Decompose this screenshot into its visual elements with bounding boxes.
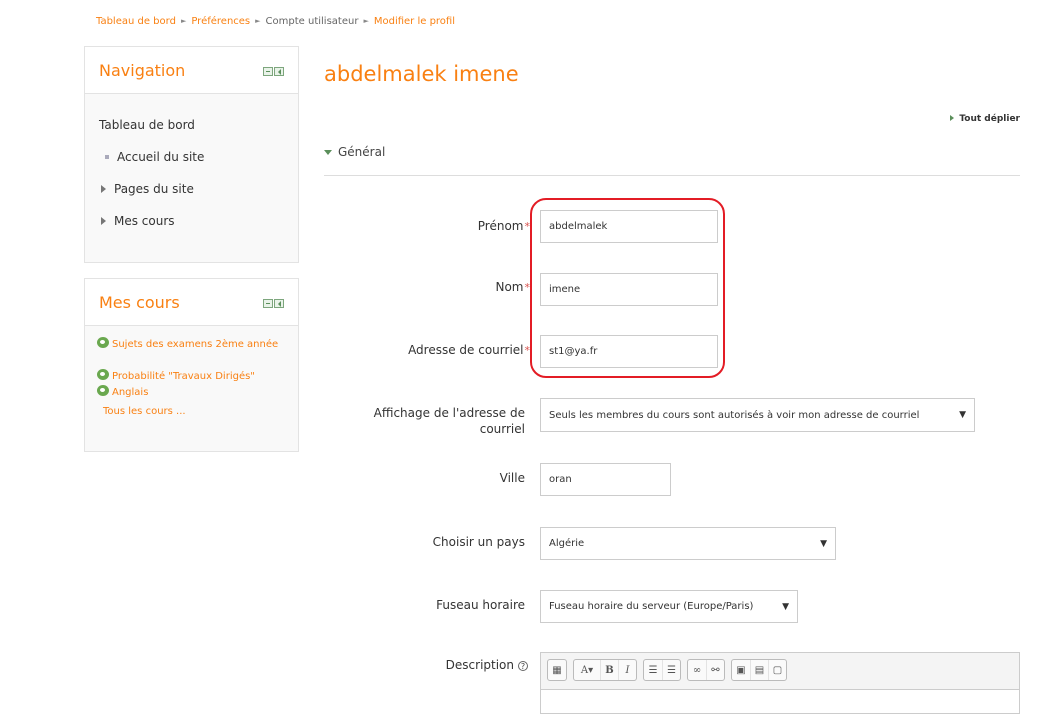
country-value: Algérie xyxy=(549,538,585,549)
timezone-select[interactable]: Fuseau horaire du serveur (Europe/Paris)… xyxy=(540,590,798,623)
navigation-block-title: Navigation xyxy=(99,61,186,80)
editor-toolbar: ▦ A▾ B I ☰ ☰ ∞ ⚯ ▣ ▤ ▢ xyxy=(547,659,787,681)
description-editor: ▦ A▾ B I ☰ ☰ ∞ ⚯ ▣ ▤ ▢ xyxy=(540,652,1020,714)
course-icon xyxy=(97,337,109,348)
nav-item-site-pages[interactable]: Pages du site xyxy=(101,182,194,196)
maildisplay-label: Affichage de l'adresse de courriel xyxy=(373,406,525,436)
maildisplay-value: Seuls les membres du cours sont autorisé… xyxy=(549,409,920,421)
firstname-label: Prénom* xyxy=(477,219,530,233)
ordered-list-icon[interactable]: ☰ xyxy=(662,660,680,680)
expand-all-link[interactable]: Tout déplier xyxy=(950,114,1020,124)
nav-item-my-courses[interactable]: Mes cours xyxy=(101,214,175,228)
nav-item-label: Pages du site xyxy=(114,182,194,196)
expand-arrow-icon xyxy=(101,185,106,193)
course-link[interactable]: Sujets des examens 2ème année xyxy=(97,336,287,352)
course-link-label: Probabilité "Travaux Dirigés" xyxy=(112,371,255,382)
toolbar-group-lists: ☰ ☰ xyxy=(643,659,681,681)
paragraph-style-icon[interactable]: A▾ xyxy=(574,660,600,680)
my-courses-list: Sujets des examens 2ème année Probabilit… xyxy=(85,326,298,451)
hide-block-icon[interactable] xyxy=(263,67,273,76)
course-link[interactable]: Anglais xyxy=(97,384,287,400)
nav-item-label: Accueil du site xyxy=(117,150,205,164)
navigation-block-header: Navigation xyxy=(85,47,298,94)
page-title: abdelmalek imene xyxy=(324,62,519,86)
media-icon[interactable]: ▤ xyxy=(750,660,768,680)
manage-files-icon[interactable]: ▢ xyxy=(768,660,786,680)
bullet-icon xyxy=(105,155,109,159)
italic-icon[interactable]: I xyxy=(618,660,636,680)
collapse-arrow-icon xyxy=(324,150,332,155)
nav-item-site-home[interactable]: Accueil du site xyxy=(105,150,204,164)
unordered-list-icon[interactable]: ☰ xyxy=(644,660,662,680)
breadcrumb-separator-icon: ► xyxy=(255,17,261,25)
dock-block-icon[interactable] xyxy=(274,299,284,308)
lastname-label: Nom* xyxy=(495,280,530,294)
highlight-annotation xyxy=(530,198,725,378)
breadcrumb-dashboard[interactable]: Tableau de bord xyxy=(96,16,176,27)
section-general-label: Général xyxy=(338,145,386,159)
course-icon xyxy=(97,369,109,380)
dropdown-arrow-icon: ▼ xyxy=(820,538,827,549)
link-icon[interactable]: ∞ xyxy=(688,660,706,680)
dock-block-icon[interactable] xyxy=(274,67,284,76)
breadcrumb: Tableau de bord ► Préférences ► Compte utili… xyxy=(96,16,455,27)
course-icon xyxy=(97,385,109,396)
toolbar-group-toggle: ▦ xyxy=(547,659,567,681)
help-icon[interactable]: ? xyxy=(518,661,528,671)
toolbar-toggle-icon[interactable]: ▦ xyxy=(548,660,566,680)
timezone-value: Fuseau horaire du serveur (Europe/Paris) xyxy=(549,601,754,612)
city-label: Ville xyxy=(499,471,525,485)
course-link-label: Anglais xyxy=(112,387,149,398)
my-courses-block-controls xyxy=(263,299,284,308)
dropdown-arrow-icon: ▼ xyxy=(782,601,789,612)
city-field[interactable]: oran xyxy=(540,463,671,496)
image-icon[interactable]: ▣ xyxy=(732,660,750,680)
hide-block-icon[interactable] xyxy=(263,299,273,308)
breadcrumb-user-account: Compte utilisateur xyxy=(265,16,359,27)
unlink-icon[interactable]: ⚯ xyxy=(706,660,724,680)
breadcrumb-separator-icon: ► xyxy=(363,17,369,25)
expand-all-label: Tout déplier xyxy=(959,114,1020,124)
toolbar-group-media: ▣ ▤ ▢ xyxy=(731,659,787,681)
my-courses-block: Mes cours Sujets des examens 2ème année … xyxy=(84,278,299,452)
navigation-block-controls xyxy=(263,67,284,76)
dropdown-arrow-icon: ▼ xyxy=(959,410,966,420)
course-link-label: Sujets des examens 2ème année xyxy=(112,339,279,350)
my-courses-block-header: Mes cours xyxy=(85,279,298,326)
section-divider xyxy=(324,175,1020,176)
timezone-label: Fuseau horaire xyxy=(436,598,525,612)
navigation-tree: Tableau de bord Accueil du site Pages du… xyxy=(85,94,298,262)
expand-arrow-icon xyxy=(101,217,106,225)
country-label: Choisir un pays xyxy=(432,535,525,549)
course-link[interactable]: Probabilité "Travaux Dirigés" xyxy=(97,368,287,384)
section-general-toggle[interactable]: Général xyxy=(324,145,385,159)
breadcrumb-edit-profile[interactable]: Modifier le profil xyxy=(374,16,455,27)
nav-item-label: Mes cours xyxy=(114,214,175,228)
description-label: Description? xyxy=(446,658,528,672)
description-textarea[interactable] xyxy=(541,689,1019,713)
nav-item-dashboard[interactable]: Tableau de bord xyxy=(99,118,195,132)
expand-arrow-icon xyxy=(950,115,955,121)
country-select[interactable]: Algérie ▼ xyxy=(540,527,836,560)
all-courses-link[interactable]: Tous les cours ... xyxy=(103,404,293,419)
breadcrumb-separator-icon: ► xyxy=(180,17,187,25)
breadcrumb-preferences[interactable]: Préférences xyxy=(191,16,250,27)
toolbar-group-links: ∞ ⚯ xyxy=(687,659,725,681)
navigation-block: Navigation Tableau de bord Accueil du si… xyxy=(84,46,299,263)
nav-item-label: Tableau de bord xyxy=(99,118,195,132)
my-courses-block-title: Mes cours xyxy=(99,293,180,312)
bold-icon[interactable]: B xyxy=(600,660,618,680)
email-label: Adresse de courriel* xyxy=(408,343,530,357)
maildisplay-select[interactable]: Seuls les membres du cours sont autorisé… xyxy=(540,398,975,432)
toolbar-group-style: A▾ B I xyxy=(573,659,637,681)
